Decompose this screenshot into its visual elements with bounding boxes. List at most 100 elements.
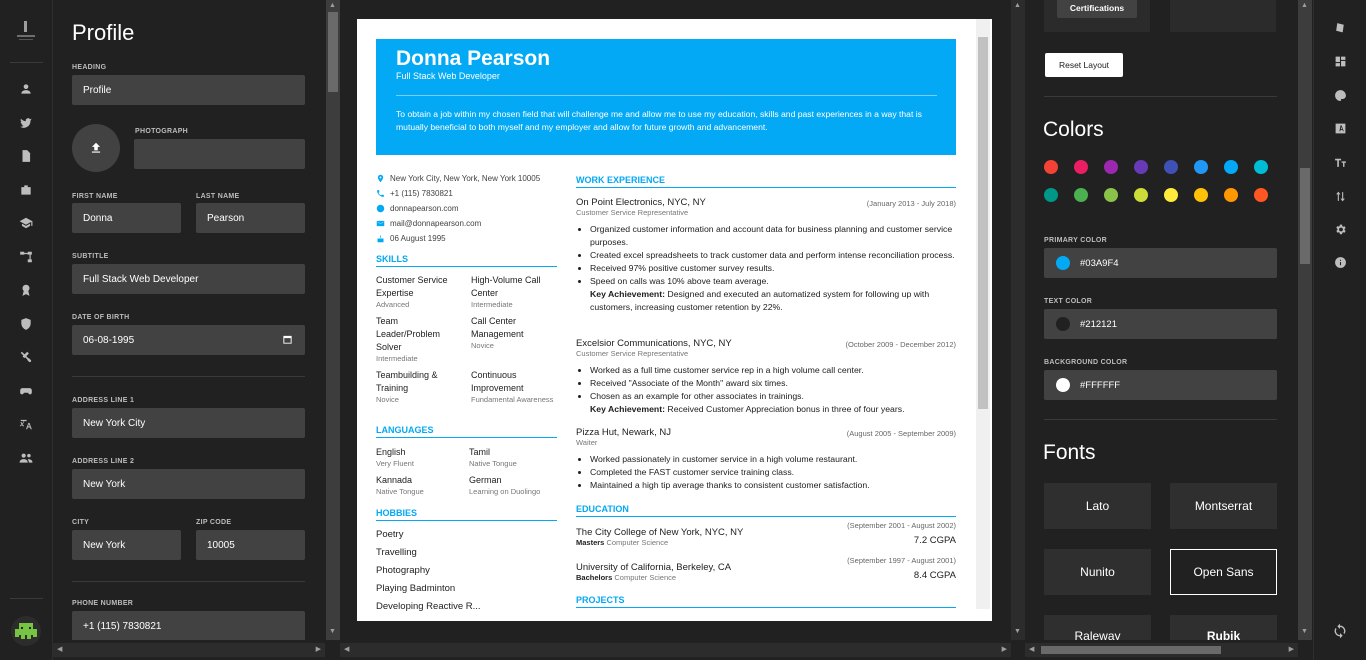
font-icon[interactable] bbox=[1331, 119, 1349, 137]
resume-subtitle: Full Stack Web Developer bbox=[396, 71, 500, 81]
city-label: CITY bbox=[72, 519, 90, 526]
primary-color-field[interactable]: #03A9F4 bbox=[1044, 248, 1277, 278]
avatar[interactable] bbox=[11, 616, 41, 646]
resume-builder-app: Profile HEADING Profile PHOTOGRAPH FIRST… bbox=[0, 0, 1366, 660]
section-divider bbox=[1044, 96, 1277, 97]
template-icon[interactable] bbox=[1331, 18, 1349, 36]
education-grade: 8.4 CGPA bbox=[913, 570, 956, 581]
phone-label: PHONE NUMBER bbox=[72, 600, 134, 607]
dob-field[interactable]: 06-08-1995 bbox=[72, 325, 305, 355]
work-bullet: Organized customer information and accou… bbox=[590, 223, 956, 249]
achievement-label: Key Achievement: bbox=[590, 404, 665, 414]
skill-item: Team Leader/Problem Solver Intermediate bbox=[376, 315, 462, 364]
center-hscrollbar[interactable]: ◀ ▶ bbox=[340, 643, 1011, 657]
work-dates: (August 2005 - September 2009) bbox=[846, 429, 956, 438]
palette-swatch[interactable] bbox=[1104, 160, 1118, 174]
palette-swatch[interactable] bbox=[1224, 160, 1238, 174]
project-icon[interactable] bbox=[17, 248, 35, 266]
palette-icon[interactable] bbox=[1331, 86, 1349, 104]
award-icon[interactable] bbox=[17, 281, 35, 299]
gamepad-icon[interactable] bbox=[17, 382, 35, 400]
education-degree: Bachelors Computer Science bbox=[576, 573, 956, 582]
center-scrollbar[interactable]: ▲ ▼ bbox=[1011, 0, 1025, 640]
people-icon[interactable] bbox=[17, 449, 35, 467]
address2-field[interactable]: New York bbox=[72, 469, 305, 499]
palette-swatch[interactable] bbox=[1074, 160, 1088, 174]
palette-swatch[interactable] bbox=[1134, 160, 1148, 174]
sync-icon[interactable] bbox=[1331, 622, 1349, 640]
zip-field[interactable]: 10005 bbox=[196, 530, 305, 560]
certifications-button[interactable]: Certifications bbox=[1057, 0, 1137, 18]
left-panel-hscrollbar[interactable]: ◀ ▶ bbox=[53, 643, 325, 657]
palette-swatch[interactable] bbox=[1104, 188, 1118, 202]
gear-icon[interactable] bbox=[1331, 220, 1349, 238]
right-panel-scrollbar[interactable]: ▲ ▼ bbox=[1298, 0, 1312, 640]
palette-swatch[interactable] bbox=[1044, 160, 1058, 174]
document-icon[interactable] bbox=[17, 147, 35, 165]
briefcase-icon[interactable] bbox=[17, 181, 35, 199]
text-color-field[interactable]: #212121 bbox=[1044, 309, 1277, 339]
photo-upload-button[interactable] bbox=[72, 124, 120, 172]
reset-layout-button[interactable]: Reset Layout bbox=[1045, 53, 1123, 77]
palette-swatch[interactable] bbox=[1164, 160, 1178, 174]
tools-icon[interactable] bbox=[17, 348, 35, 366]
last-name-field[interactable]: Pearson bbox=[196, 203, 305, 233]
font-option[interactable]: Raleway bbox=[1044, 615, 1151, 640]
subtitle-field[interactable]: Full Stack Web Developer bbox=[72, 264, 305, 294]
layout-block[interactable] bbox=[1170, 0, 1276, 32]
app-logo[interactable] bbox=[14, 20, 38, 42]
contact-website: donnapearson.com bbox=[376, 204, 459, 213]
right-panel-hscrollbar[interactable]: ◀ ▶ bbox=[1025, 643, 1298, 657]
language-item: English Very Fluent bbox=[376, 446, 462, 469]
palette-swatch[interactable] bbox=[1194, 188, 1208, 202]
skill-level: Intermediate bbox=[376, 354, 418, 363]
work-role: Customer Service Representative bbox=[576, 349, 689, 358]
color-swatch[interactable] bbox=[1056, 317, 1070, 331]
palette-swatch[interactable] bbox=[1074, 188, 1088, 202]
upload-icon bbox=[91, 142, 101, 153]
skill-item: Customer Service Expertise Advanced bbox=[376, 274, 462, 310]
phone-field[interactable]: +1 (115) 7830821 bbox=[72, 611, 305, 640]
first-name-field[interactable]: Donna bbox=[72, 203, 181, 233]
heading-field[interactable]: Profile bbox=[72, 75, 305, 105]
palette-swatch[interactable] bbox=[1044, 188, 1058, 202]
font-option-selected[interactable]: Open Sans bbox=[1170, 549, 1277, 595]
palette-swatch[interactable] bbox=[1134, 188, 1148, 202]
font-option[interactable]: Montserrat bbox=[1170, 483, 1277, 529]
city-field[interactable]: New York bbox=[72, 530, 181, 560]
language-level: Native Tongue bbox=[376, 487, 424, 496]
hobby-item: Photography bbox=[376, 565, 430, 576]
info-icon[interactable] bbox=[1331, 253, 1349, 271]
calendar-icon[interactable] bbox=[282, 334, 293, 345]
palette-swatch[interactable] bbox=[1254, 188, 1268, 202]
layout-icon[interactable] bbox=[1331, 52, 1349, 70]
twitter-icon[interactable] bbox=[17, 114, 35, 132]
sort-icon[interactable] bbox=[1331, 187, 1349, 205]
background-color-field[interactable]: #FFFFFF bbox=[1044, 370, 1277, 400]
resume-header: Donna Pearson Full Stack Web Developer T… bbox=[376, 39, 956, 155]
address1-field[interactable]: New York City bbox=[72, 408, 305, 438]
shield-icon[interactable] bbox=[17, 315, 35, 333]
heading-label: HEADING bbox=[72, 64, 107, 71]
profile-icon[interactable] bbox=[17, 80, 35, 98]
section-divider bbox=[72, 376, 305, 377]
palette-swatch[interactable] bbox=[1224, 188, 1238, 202]
text-size-icon[interactable] bbox=[1331, 153, 1349, 171]
education-icon[interactable] bbox=[17, 214, 35, 232]
palette-swatch[interactable] bbox=[1254, 160, 1268, 174]
palette-swatch[interactable] bbox=[1164, 188, 1178, 202]
left-panel-scrollbar[interactable]: ▲ ▼ bbox=[326, 0, 340, 640]
font-option[interactable]: Lato bbox=[1044, 483, 1151, 529]
skill-item: Call Center Management Novice bbox=[471, 315, 557, 351]
font-option[interactable]: Rubik bbox=[1170, 615, 1277, 640]
language-item: German Learning on Duolingo bbox=[469, 474, 559, 497]
color-swatch[interactable] bbox=[1056, 378, 1070, 392]
zip-label: ZIP CODE bbox=[196, 519, 232, 526]
palette-swatch[interactable] bbox=[1194, 160, 1208, 174]
resume-scrollbar[interactable] bbox=[976, 19, 990, 609]
layout-block[interactable]: Certifications bbox=[1044, 0, 1150, 32]
translate-icon[interactable] bbox=[17, 415, 35, 433]
photograph-url-field[interactable] bbox=[134, 139, 305, 169]
color-swatch[interactable] bbox=[1056, 256, 1070, 270]
font-option[interactable]: Nunito bbox=[1044, 549, 1151, 595]
